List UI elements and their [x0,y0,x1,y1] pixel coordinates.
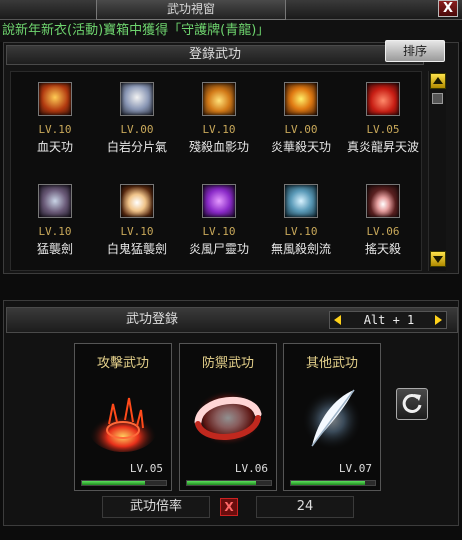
learned-skills-header: 登錄武功 [6,45,424,65]
card-progress-fill [187,481,256,485]
scroll-up-button[interactable] [430,73,446,89]
skill-slot[interactable]: LV.10 血天功 [15,74,95,164]
registration-title: 武功登錄 [125,312,178,327]
defense-skill-card[interactable]: 防禦武功 LV.06 [179,343,277,491]
card-title: 防禦武功 [201,356,254,371]
shadow-skill-icon [202,82,236,116]
hotkey-value: Alt + 1 [363,313,415,327]
feather-icon [302,389,362,450]
skill-name: 真炎龍昇天波 [346,140,419,154]
multiplier-label: 武功倍率 [102,496,210,518]
defense-ring-icon [194,390,262,446]
sort-button[interactable]: 排序 [385,40,445,62]
scroll-down-button[interactable] [430,251,446,267]
card-progress [81,480,167,486]
skill-level: LV.10 [120,225,154,238]
multiplier-value: 24 [256,496,354,518]
skill-level: LV.06 [366,225,400,238]
card-progress-fill [82,481,145,485]
card-progress [186,480,272,486]
skill-slot[interactable]: LV.10 殘殺血影功 [179,74,259,164]
card-title: 攻擊武功 [96,356,149,371]
notice-ticker: 說新年新衣(活動)寶箱中獲得「守護牌(青龍)」 [0,20,462,42]
card-progress [290,480,376,486]
registration-header: 武功登錄 Alt + 1 [6,307,458,333]
rock-skill-icon [120,82,154,116]
skill-slot[interactable]: LV.05 真炎龍昇天波 [343,74,423,164]
scroll-thumb[interactable] [432,93,443,104]
learned-skills-title: 登錄武功 [188,47,241,62]
skill-slot[interactable]: LV.10 猛襲劍 [15,176,95,266]
skill-level: LV.05 [366,123,400,136]
skill-name: 無風殺劍流 [270,242,331,256]
skill-grid: LV.10 血天功 LV.00 白岩分片氣 LV.10 殘殺血影功 LV.00 … [10,71,422,271]
sword-skill-icon [38,184,72,218]
arrow-down-icon [433,256,443,263]
blade-skill-icon [284,184,318,218]
attack-fire-icon [89,397,157,452]
skill-slot[interactable]: LV.10 白鬼猛襲劍 [97,176,177,266]
blood-skill-icon [38,82,72,116]
skill-slot[interactable]: LV.00 炎華殺天功 [261,74,341,164]
skill-name: 炎華殺天功 [270,140,331,154]
skill-level: LV.10 [202,225,236,238]
multiplier-clear-button[interactable]: X [220,498,238,516]
skill-slot[interactable]: LV.00 白岩分片氣 [97,74,177,164]
learned-skills-panel: 登錄武功 排序 LV.10 血天功 LV.00 白岩分片氣 LV.10 殘殺血影… [3,40,459,274]
card-level: LV.05 [129,462,163,475]
attack-skill-card[interactable]: 攻擊武功 LV.05 [74,343,172,491]
skill-level: LV.10 [284,225,318,238]
skill-registration-panel: 武功登錄 Alt + 1 攻擊武功 LV.05 防禦武功 LV.06 其他武功 … [3,300,459,526]
skill-slot[interactable]: LV.10 炎風尸靈功 [179,176,259,266]
hotkey-selector: Alt + 1 [329,311,447,329]
window-title: 武功視窗 [96,0,286,20]
skill-level: LV.00 [284,123,318,136]
card-level: LV.06 [234,462,268,475]
card-title: 其他武功 [305,356,358,371]
sky-skill-icon [366,184,400,218]
skill-level: LV.10 [38,123,72,136]
skill-name: 血天功 [36,140,73,154]
other-skill-card[interactable]: 其他武功 LV.07 [283,343,381,491]
card-level: LV.07 [338,462,372,475]
refresh-icon [402,393,422,413]
card-progress-fill [291,481,365,485]
ghost-skill-icon [120,184,154,218]
skill-name: 白鬼猛襲劍 [106,242,167,256]
skill-slot[interactable]: LV.06 搖天殺 [343,176,423,266]
skill-name: 猛襲劍 [36,242,73,256]
skill-name: 搖天殺 [364,242,401,256]
flame-skill-icon [284,82,318,116]
title-bar: 武功視窗 X [0,0,462,20]
skill-scrollbar[interactable] [428,71,446,271]
dragon-skill-icon [366,82,400,116]
refresh-button[interactable] [396,388,428,420]
skill-level: LV.00 [120,123,154,136]
arrow-up-icon [433,77,443,84]
skill-level: LV.10 [202,123,236,136]
wind-skill-icon [202,184,236,218]
arrow-right-icon[interactable] [432,314,444,326]
skill-name: 殘殺血影功 [188,140,249,154]
skill-name: 白岩分片氣 [106,140,167,154]
close-button[interactable]: X [438,0,458,17]
skill-name: 炎風尸靈功 [188,242,249,256]
skill-level: LV.10 [38,225,72,238]
skill-slot[interactable]: LV.10 無風殺劍流 [261,176,341,266]
arrow-left-icon[interactable] [332,314,344,326]
